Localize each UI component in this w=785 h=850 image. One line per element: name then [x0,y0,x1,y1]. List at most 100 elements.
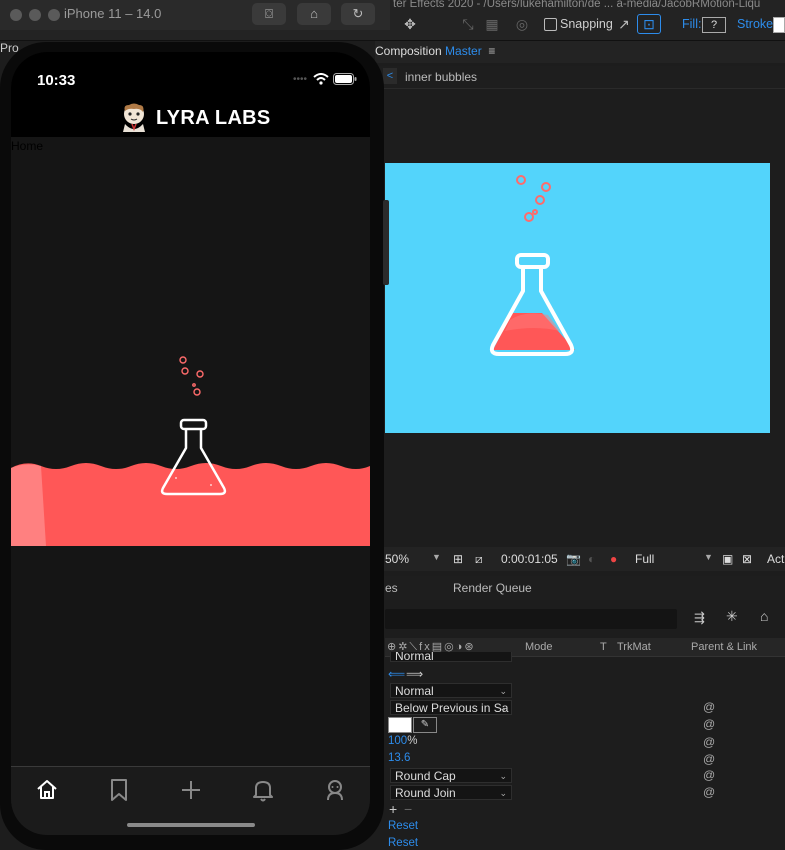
eyedropper-icon[interactable]: ✎ [413,717,437,733]
home-icon[interactable] [34,777,60,803]
column-mode[interactable]: Mode [525,641,553,653]
add-icon[interactable]: + [389,801,397,817]
reset-link-1[interactable]: Reset [388,820,418,832]
zoom-window-button[interactable] [48,9,60,21]
pickwhip-icon[interactable]: @ [703,752,715,766]
dropdown-value: Below Previous in Sa [395,701,509,715]
minimize-window-button[interactable] [29,9,41,21]
snapping-checkbox[interactable] [544,18,557,31]
opacity-unit: % [407,735,418,747]
bubble-icon [179,356,204,396]
chevron-down-icon[interactable]: ▼ [704,552,713,562]
viewer-controls: 50% ▼ ⊞ ⧄ 0:00:01:05 📷 ◐ ● Full ▼ ▣ ⊠ Ac… [375,547,785,571]
panel-menu-icon[interactable]: ≡ [485,44,495,58]
breadcrumb[interactable]: inner bubbles [405,70,477,84]
bubble-icon [516,175,551,222]
chevron-down-icon: ⌄ [499,788,507,798]
pickwhip-icon[interactable]: @ [703,717,715,731]
simulator-title: iPhone 11 – 14.0 [64,6,162,21]
transparency-grid-icon[interactable]: ⧄ [475,552,483,567]
screenshot-button[interactable]: ⌼ [252,3,286,25]
column-trkmat[interactable]: TrkMat [617,641,651,653]
partial-mode-dropdown[interactable]: Normal [390,652,512,662]
chevron-down-icon[interactable]: ▼ [432,552,441,562]
axis-icon[interactable]: ⤡ [457,14,479,34]
line-join-dropdown[interactable]: Round Join ⌄ [390,785,512,800]
line-cap-dropdown[interactable]: Round Cap ⌄ [390,768,512,783]
profile-icon[interactable] [322,777,348,803]
world-icon[interactable]: ◎ [511,14,533,34]
dropdown-value: Normal [395,684,434,698]
snap-arrow-icon[interactable]: ↗ [613,14,635,34]
pickwhip-icon[interactable]: @ [703,735,715,749]
blend-mode-dropdown[interactable]: Normal ⌄ [390,683,512,698]
composition-viewer[interactable] [385,163,770,433]
bookmark-icon[interactable] [106,777,132,803]
home-indicator [127,823,255,827]
shy-layers-icon[interactable]: ⌂ [760,608,768,624]
signal-icon: •••• [293,74,308,85]
rotate-button[interactable]: ↻ [341,3,375,25]
opacity-number: 100 [388,735,408,747]
composition-flowchart-icon[interactable]: ⇶ [694,610,705,626]
region-icon[interactable]: ⊞ [453,552,463,566]
camera-icon[interactable]: 📷 [566,552,581,566]
fill-swatch[interactable]: ? [702,17,726,33]
stroke-color-swatch[interactable] [388,717,412,733]
rotate-icon: ↻ [352,6,364,21]
home-icon: ⌂ [310,6,318,21]
dropdown-value: Round Join [395,786,456,800]
stroke-label: Stroke: [737,17,777,31]
wifi-icon [313,73,329,85]
draft-3d-icon[interactable]: ✳ [726,608,738,625]
pin-tool-icon[interactable]: ✥ [399,14,421,34]
timecode[interactable]: 0:00:01:05 [501,552,558,566]
pickwhip-icon[interactable]: @ [703,785,715,799]
checkerboard-icon[interactable]: ⊠ [742,552,752,566]
snap-target-icon[interactable]: ⊡ [637,14,661,34]
notch [116,52,294,84]
pickwhip-icon[interactable]: @ [703,700,715,714]
column-parent[interactable]: Parent & Link [691,641,757,653]
brand-title: LYRA LABS [156,107,271,129]
roi-icon[interactable]: ▣ [722,552,733,566]
bell-icon[interactable] [250,777,276,803]
column-t[interactable]: T [600,641,607,653]
lyra-logo-icon [123,103,145,132]
dropdown-value: Round Cap [395,769,456,783]
stroke-width-value[interactable]: 13.6 [388,752,410,764]
chevron-down-icon: ⌄ [499,703,507,713]
zoom-select[interactable]: 50% [385,552,409,566]
snapshot-icon[interactable]: ◐ [588,552,595,566]
composition-tab[interactable]: Composition Master ≡ [375,44,495,58]
chevron-down-icon: ⌄ [499,686,507,696]
align-icon[interactable]: ⟸ [388,667,405,681]
resolution-select[interactable]: Full [635,552,654,566]
ae-window-title: ter Effects 2020 - /Users/lukehamilton/d… [393,0,761,10]
stroke-swatch[interactable] [773,17,785,33]
home-button[interactable]: ⌂ [297,3,331,25]
channels-icon[interactable]: ● [610,552,617,566]
back-arrow-icon[interactable]: < [383,68,397,84]
dropdown-value: Normal [395,652,434,662]
battery-icon [333,73,357,85]
page-title: Home [11,139,44,153]
plus-icon[interactable] [178,777,204,803]
reset-link-2[interactable]: Reset [388,837,418,849]
distribute-icon[interactable]: ⟹ [406,667,423,681]
close-window-button[interactable] [10,9,22,21]
tab-partial[interactable]: es [385,581,398,595]
side-button [383,200,389,285]
simulator-titlebar: ⌼ ⌂ ↻ [0,0,390,30]
screenshot-icon: ⌼ [265,6,273,21]
flask-icon [160,418,227,496]
composition-label: Composition [375,44,442,58]
layer-search-input[interactable] [385,609,677,629]
grid-icon[interactable]: ▦ [481,14,503,34]
tab-render-queue[interactable]: Render Queue [453,581,532,595]
opacity-value[interactable]: 100% [388,735,417,747]
active-camera-select[interactable]: Acti [767,552,785,566]
remove-icon[interactable]: − [404,801,412,817]
pickwhip-icon[interactable]: @ [703,768,715,782]
composite-dropdown[interactable]: Below Previous in Sa ⌄ [390,700,512,715]
